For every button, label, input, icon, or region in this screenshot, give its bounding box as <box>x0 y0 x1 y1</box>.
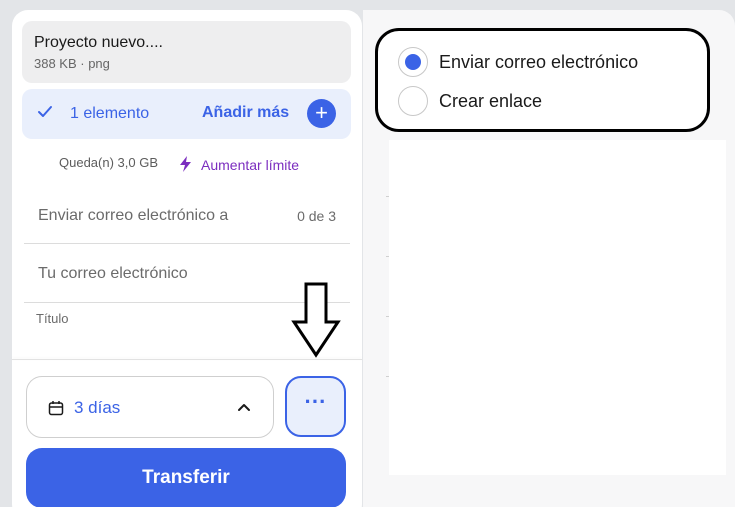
file-card[interactable]: Proyecto nuevo.... 388 KB · png <box>22 21 351 83</box>
add-more-button[interactable]: + <box>307 99 336 128</box>
grid-tick <box>386 316 389 317</box>
grid-tick <box>386 376 389 377</box>
grid-tick <box>386 256 389 257</box>
bolt-icon <box>180 156 191 172</box>
preview-canvas <box>389 140 726 475</box>
create-link-radio[interactable] <box>398 86 428 116</box>
share-options-menu: Enviar correo electrónico Crear enlace <box>375 28 710 132</box>
send-to-input[interactable]: Enviar correo electrónico a <box>38 207 228 225</box>
send-email-option-label[interactable]: Enviar correo electrónico <box>439 52 638 73</box>
more-options-button[interactable]: ··· <box>285 376 346 437</box>
calendar-icon <box>48 401 64 416</box>
items-bar[interactable]: 1 elemento Añadir más + <box>22 89 351 139</box>
storage-remaining: Queda(n) 3,0 GB <box>59 155 158 170</box>
expiry-select[interactable]: 3 días <box>26 376 274 438</box>
footer-divider <box>12 359 362 360</box>
transfer-button[interactable]: Transferir <box>26 448 346 507</box>
chevron-up-icon <box>238 404 250 411</box>
create-link-option-label[interactable]: Crear enlace <box>439 91 542 112</box>
raise-limit-link[interactable]: Aumentar límite <box>201 157 299 173</box>
title-field-label[interactable]: Título <box>36 311 69 326</box>
expiry-value: 3 días <box>74 398 121 417</box>
send-email-radio[interactable] <box>398 47 428 77</box>
grid-tick <box>386 196 389 197</box>
recipient-count: 0 de 3 <box>297 208 336 224</box>
send-to-field[interactable]: Enviar correo electrónico a 0 de 3 <box>24 192 350 244</box>
file-meta: 388 KB · png <box>34 56 110 71</box>
your-email-input[interactable]: Tu correo electrónico <box>38 265 188 283</box>
down-arrow-icon <box>291 282 341 358</box>
add-more-link[interactable]: Añadir más <box>202 104 289 122</box>
file-name: Proyecto nuevo.... <box>34 34 163 51</box>
check-icon <box>38 106 52 117</box>
items-count: 1 elemento <box>70 105 150 122</box>
